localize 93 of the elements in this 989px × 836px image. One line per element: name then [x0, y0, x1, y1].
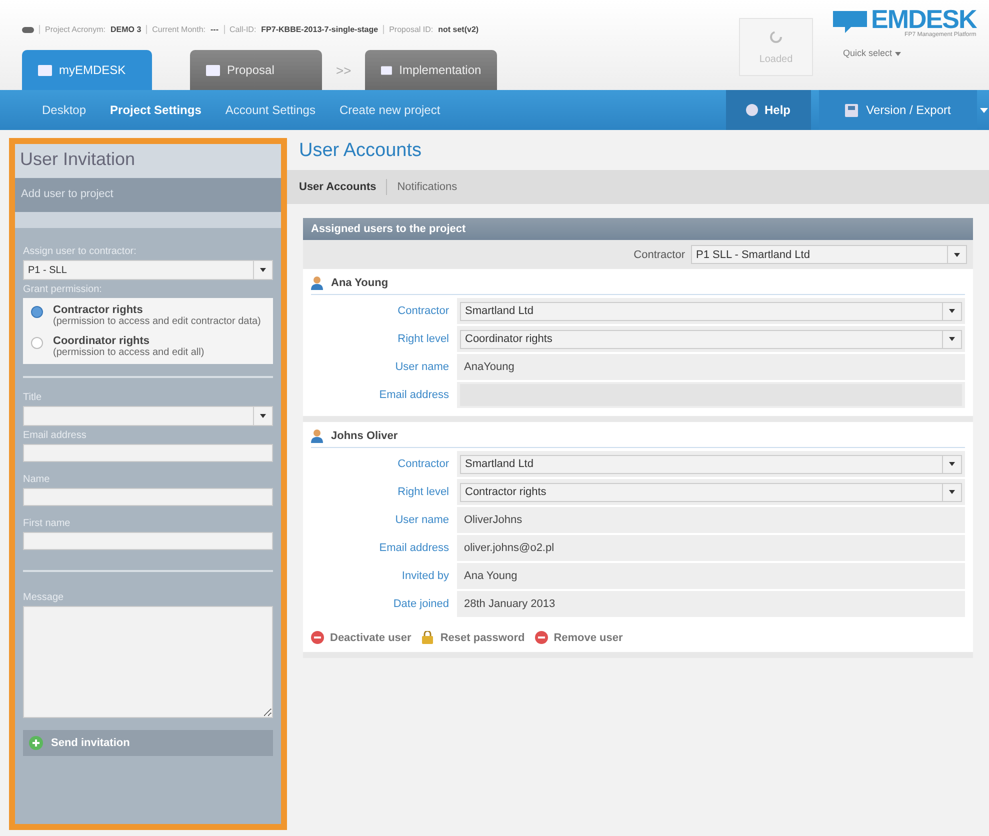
- padlock-icon: [421, 631, 434, 644]
- info-value: DEMO 3: [110, 25, 142, 34]
- logo-text: EMDESK: [871, 6, 976, 32]
- radio-button[interactable]: [31, 306, 43, 318]
- logo-icon: [831, 9, 869, 35]
- permission-description: (permission to access and edit all): [53, 347, 204, 358]
- field-label: Assign user to contractor:: [23, 246, 138, 257]
- caret-icon: [949, 490, 955, 494]
- field-value: 28th January 2013: [463, 598, 556, 610]
- nav-link[interactable]: Project Settings: [98, 90, 214, 130]
- tab-icon: [38, 64, 52, 76]
- select-field[interactable]: [23, 406, 273, 426]
- field-label: Email address: [378, 389, 449, 401]
- radio-button[interactable]: [31, 337, 43, 349]
- select-field[interactable]: Coordinator rights: [460, 330, 962, 348]
- caret-icon: [260, 414, 266, 418]
- filter-label: Contractor: [634, 248, 685, 260]
- link-icon: [22, 26, 34, 32]
- minus-circle-icon: [311, 631, 324, 644]
- info-label: Current Month:: [152, 25, 206, 34]
- message-field[interactable]: [23, 606, 273, 718]
- user-icon: [311, 429, 323, 443]
- permission-title: Coordinator rights: [53, 335, 151, 347]
- field-label: Email address: [378, 542, 449, 554]
- info-value: FP7-KBBE-2013-7-single-stage: [261, 25, 378, 34]
- quick-select[interactable]: Quick select: [831, 48, 901, 58]
- caret-icon[interactable]: [980, 108, 988, 112]
- info-label: Project Acronym:: [45, 25, 106, 34]
- plus-icon: [29, 736, 43, 750]
- info-label: Proposal ID:: [389, 25, 434, 34]
- field-label: Right level: [396, 333, 449, 345]
- field-label: Message: [23, 592, 65, 603]
- select-field[interactable]: Smartland Ltd: [460, 302, 962, 320]
- field-label: Contractor: [396, 458, 449, 470]
- field-label: Title: [23, 392, 43, 403]
- nav-link[interactable]: Create new project: [327, 90, 452, 130]
- module-tab[interactable]: myEMDESK: [22, 50, 152, 90]
- caret-icon: [949, 337, 955, 341]
- user-name: Johns Oliver: [331, 430, 398, 442]
- action-link[interactable]: Reset password: [421, 631, 525, 644]
- field-label: User name: [394, 361, 449, 373]
- panel-subtitle: Add user to project: [15, 178, 281, 212]
- contractor-filter-select[interactable]: P1 SLL - Smartland Ltd: [691, 245, 967, 264]
- field-label: Invited by: [400, 570, 449, 582]
- input-field[interactable]: [23, 444, 273, 462]
- caret-icon: [954, 252, 960, 256]
- nav-link[interactable]: Account Settings: [213, 90, 328, 130]
- field-value: oliver.johns@o2.pl: [463, 542, 554, 554]
- sub-tab[interactable]: User Accounts: [299, 181, 376, 193]
- field-value: OliverJohns: [463, 514, 522, 526]
- refresh-icon: [769, 30, 783, 44]
- field-label: Name: [23, 474, 51, 485]
- info-value: ---: [210, 25, 218, 34]
- field-label: Contractor: [396, 305, 449, 317]
- input-field[interactable]: [23, 488, 273, 506]
- field-label: User name: [394, 514, 449, 526]
- panel-title: User Invitation: [15, 144, 281, 178]
- field-label: Email address: [23, 430, 88, 441]
- panel-header: Assigned users to the project: [303, 218, 973, 240]
- caret-icon: [894, 52, 901, 56]
- user-icon: [311, 276, 323, 290]
- input-field[interactable]: [23, 532, 273, 550]
- field-value: Ana Young: [463, 570, 518, 582]
- field-label: Right level: [396, 486, 449, 498]
- caret-icon: [260, 268, 266, 272]
- separator-arrows: >>: [336, 62, 352, 78]
- caret-icon: [949, 462, 955, 466]
- field-label: First name: [23, 518, 72, 529]
- field-value: AnaYoung: [463, 361, 514, 373]
- send-invitation-button[interactable]: Send invitation: [23, 730, 273, 756]
- action-link[interactable]: Deactivate user: [311, 631, 412, 644]
- nav-link[interactable]: Desktop: [30, 90, 98, 130]
- info-value: not set(v2): [438, 25, 479, 34]
- help-button[interactable]: Help: [726, 90, 811, 130]
- sub-tab[interactable]: Notifications: [397, 181, 458, 193]
- module-tab[interactable]: Proposal: [190, 50, 322, 90]
- permission-title: Contractor rights: [53, 304, 144, 316]
- field-label: Grant permission:: [23, 284, 103, 295]
- page-title: User Accounts: [298, 139, 422, 163]
- action-link[interactable]: Remove user: [534, 631, 623, 644]
- help-icon: [746, 104, 758, 116]
- minus-circle-icon: [534, 631, 548, 644]
- tab-icon: [381, 64, 392, 76]
- info-label: Call-ID:: [230, 25, 256, 34]
- permission-description: (permission to access and edit contractor data): [53, 316, 261, 327]
- tab-icon: [206, 64, 220, 76]
- select-field[interactable]: Smartland Ltd: [460, 454, 962, 474]
- caret-icon: [949, 309, 955, 313]
- select-field[interactable]: Contractor rights: [460, 482, 962, 502]
- module-tab[interactable]: Implementation: [365, 50, 498, 90]
- user-name: Ana Young: [331, 277, 388, 289]
- contractor-select[interactable]: P1 - SLL: [23, 260, 273, 280]
- field-label: Date joined: [392, 598, 449, 610]
